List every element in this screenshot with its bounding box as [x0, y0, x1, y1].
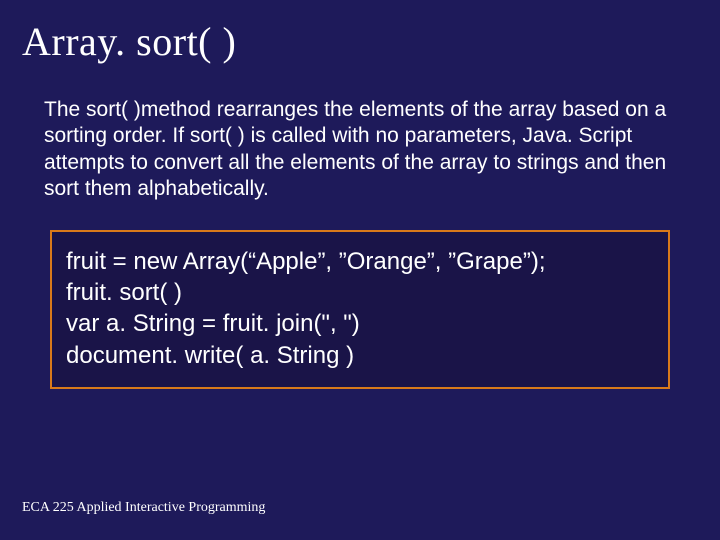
code-line: fruit. sort( ) [66, 277, 654, 308]
code-line: fruit = new Array(“Apple”, ”Orange”, ”Gr… [66, 246, 654, 277]
slide: Array. sort( ) The sort( )method rearran… [0, 0, 720, 540]
code-line: document. write( a. String ) [66, 340, 654, 371]
slide-title: Array. sort( ) [22, 18, 698, 65]
code-line: var a. String = fruit. join(", ") [66, 308, 654, 339]
code-example-box: fruit = new Array(“Apple”, ”Orange”, ”Gr… [50, 230, 670, 389]
slide-footer: ECA 225 Applied Interactive Programming [22, 500, 265, 516]
slide-body-text: The sort( )method rearranges the element… [44, 97, 688, 202]
